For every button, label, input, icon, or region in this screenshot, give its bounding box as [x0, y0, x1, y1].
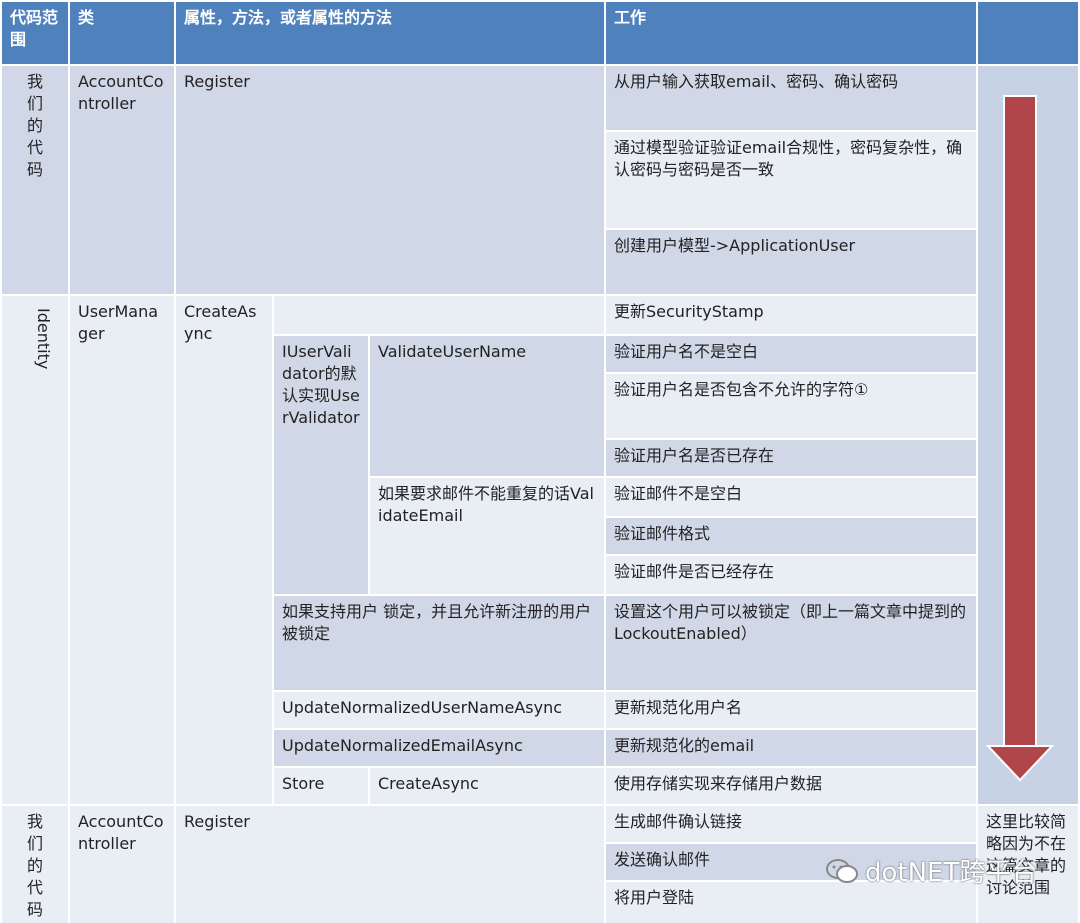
- scope-ours-top: 我们的代码: [2, 66, 68, 294]
- header-class: 类: [70, 2, 174, 64]
- member-create-async: CreateAsync: [176, 296, 272, 804]
- work-store-user: 使用存储实现来存储用户数据: [606, 768, 976, 804]
- work-generate-confirm-link: 生成邮件确认链接: [606, 806, 976, 842]
- wechat-icon: [826, 858, 858, 883]
- header-work: 工作: [606, 2, 976, 64]
- work-email-format: 验证邮件格式: [606, 518, 976, 554]
- security-stamp-blank: [274, 296, 604, 334]
- header-extra: [978, 2, 1078, 64]
- watermark-text: dotNET跨平台: [865, 858, 1038, 888]
- down-arrow-icon: [985, 95, 1055, 782]
- work-lockout-enabled: 设置这个用户可以被锁定（即上一篇文章中提到的LockoutEnabled）: [606, 596, 976, 690]
- store: Store: [274, 768, 368, 804]
- validate-email: 如果要求邮件不能重复的话ValidateEmail: [370, 478, 604, 594]
- flow-column: [978, 66, 1078, 804]
- class-account-controller-top: AccountController: [70, 66, 174, 294]
- scope-ours-bottom: 我们的代码: [2, 806, 68, 923]
- work-username-exists: 验证用户名是否已存在: [606, 440, 976, 476]
- work-get-input: 从用户输入获取email、密码、确认密码: [606, 66, 976, 130]
- class-account-controller-bottom: AccountController: [70, 806, 174, 923]
- scope-identity: [2, 296, 68, 804]
- work-email-not-blank: 验证邮件不是空白: [606, 478, 976, 516]
- work-normalize-username: 更新规范化用户名: [606, 692, 976, 728]
- work-username-invalid-chars: 验证用户名是否包含不允许的字符①: [606, 374, 976, 438]
- normalize-username: UpdateNormalizedUserNameAsync: [274, 692, 604, 728]
- store-create-async: CreateAsync: [370, 768, 604, 804]
- work-security-stamp: 更新SecurityStamp: [606, 296, 976, 334]
- lockout-condition: 如果支持用户 锁定，并且允许新注册的用户被锁定: [274, 596, 604, 690]
- work-email-exists: 验证邮件是否已经存在: [606, 556, 976, 594]
- member-register-bottom: Register: [176, 806, 604, 923]
- header-scope: 代码范围: [2, 2, 68, 64]
- work-model-validation: 通过模型验证验证email合规性，密码复杂性，确认密码与密码是否一致: [606, 132, 976, 228]
- scope-identity-label: Identity: [34, 308, 53, 370]
- member-register-top: Register: [176, 66, 604, 294]
- normalize-email: UpdateNormalizedEmailAsync: [274, 730, 604, 766]
- work-create-user-model: 创建用户模型->ApplicationUser: [606, 230, 976, 294]
- work-username-not-blank: 验证用户名不是空白: [606, 336, 976, 372]
- work-normalize-email: 更新规范化的email: [606, 730, 976, 766]
- header-member: 属性，方法，或者属性的方法: [176, 2, 604, 64]
- watermark: dotNET跨平台: [825, 852, 1037, 889]
- class-user-manager: UserManager: [70, 296, 174, 804]
- validate-username: ValidateUserName: [370, 336, 604, 476]
- validator-label: IUserValidator的默认实现UserValidator: [274, 336, 368, 594]
